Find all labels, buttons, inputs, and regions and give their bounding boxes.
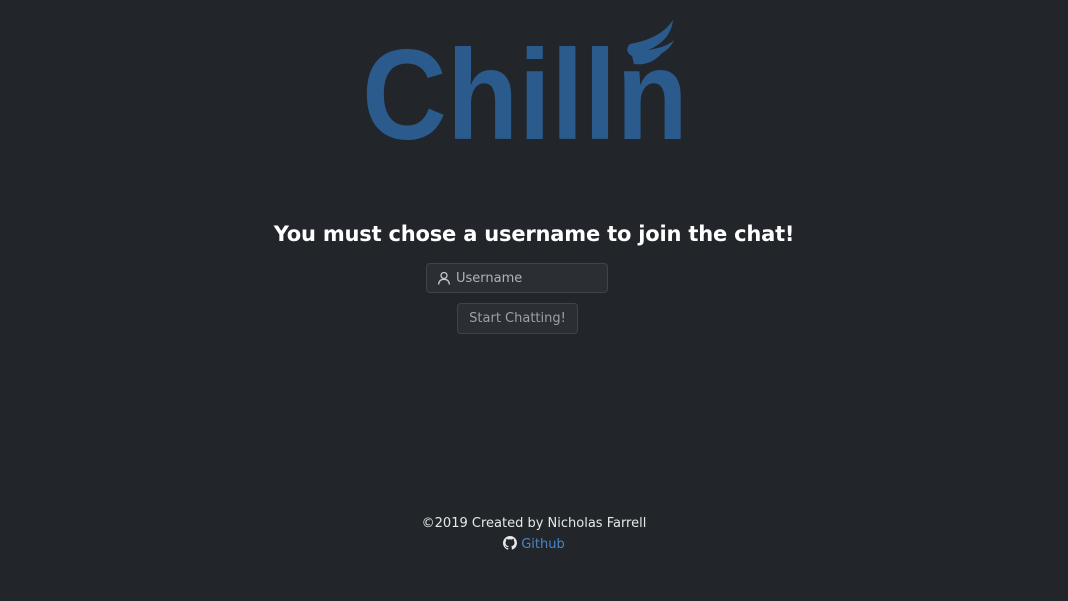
page: Chilln You must chose a username to join…: [0, 0, 1068, 601]
start-chatting-button[interactable]: Start Chatting!: [457, 303, 578, 334]
page-title: You must chose a username to join the ch…: [273, 222, 795, 246]
footer-github: Github: [0, 536, 1068, 554]
username-input[interactable]: [456, 264, 604, 292]
footer-credit: ©2019 Created by Nicholas Farrell: [421, 516, 647, 531]
github-icon[interactable]: [503, 536, 518, 550]
logo-text: Chilln: [362, 24, 688, 142]
username-field[interactable]: [426, 263, 608, 293]
user-icon: [437, 271, 451, 285]
github-link[interactable]: Github: [521, 537, 565, 552]
chilln-logo: Chilln: [362, 18, 692, 142]
